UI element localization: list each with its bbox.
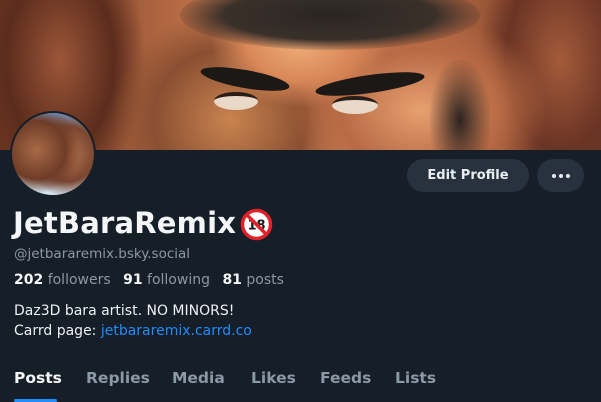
profile-bio: Daz3D bara artist. NO MINORS! Carrd page… [14,301,252,341]
tab-posts[interactable]: Posts [14,369,62,387]
tab-feeds[interactable]: Feeds [320,369,371,387]
edit-profile-button[interactable]: Edit Profile [407,159,529,192]
more-options-button[interactable] [537,159,584,192]
banner-brow-left [199,62,291,96]
following-link[interactable]: 91 following [123,272,210,288]
banner-eye-right [332,96,378,114]
followers-count: 202 [14,272,44,288]
tab-media[interactable]: Media [172,369,225,387]
tab-replies[interactable]: Replies [86,369,150,387]
banner-brow-right [314,67,426,101]
more-dot [558,173,563,178]
banner-hair [180,0,480,50]
profile-handle: @jetbararemix.bsky.social [14,246,191,262]
more-dot [565,173,570,178]
tab-likes[interactable]: Likes [251,369,296,387]
display-name: JetBaraRemix [13,206,237,240]
following-label: following [147,272,210,288]
posts-count: 81 [222,272,242,288]
profile-banner[interactable] [0,0,601,150]
banner-eye-left [214,92,258,110]
bio-carrd-prefix: Carrd page: [14,323,101,339]
followers-link[interactable]: 202 followers [14,272,111,288]
followers-label: followers [47,272,111,288]
posts-stat: 81 posts [222,272,283,288]
posts-label: posts [246,272,284,288]
more-horizontal-icon [551,173,556,178]
profile-tabs: Posts Replies Media Likes Feeds Lists [0,360,601,402]
profile-stats: 202 followers 91 following 81 posts [14,272,284,288]
following-count: 91 [123,272,143,288]
no-minors-18-icon: 18 [240,208,273,241]
bio-line-1: Daz3D bara artist. NO MINORS! [14,303,235,319]
bio-carrd-link[interactable]: jetbararemix.carrd.co [101,323,252,339]
tab-lists[interactable]: Lists [395,369,436,387]
banner-beard [430,60,490,150]
bio-line-2: Carrd page: jetbararemix.carrd.co [14,321,252,341]
avatar[interactable] [10,111,96,197]
